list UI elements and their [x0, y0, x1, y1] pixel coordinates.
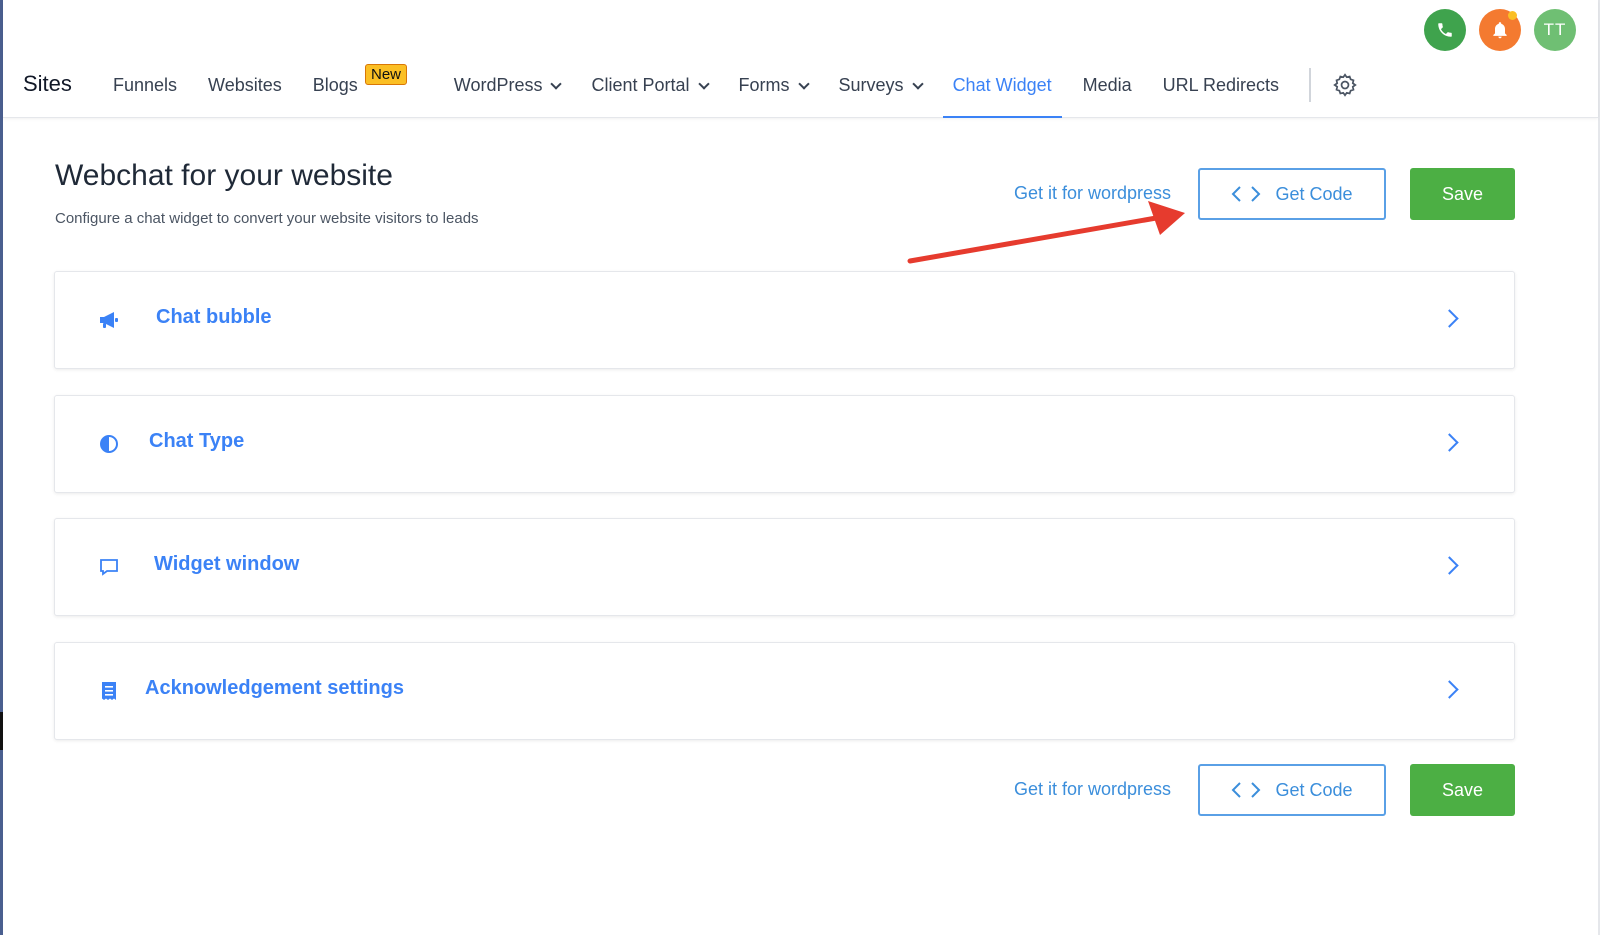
- top-navigation-bar: TT Sites Funnels Websites Blogs WordPres…: [3, 0, 1598, 118]
- nav-label: Media: [1082, 75, 1132, 95]
- user-avatar[interactable]: TT: [1534, 9, 1576, 51]
- code-icon: [1232, 186, 1261, 202]
- section-chat-bubble[interactable]: Chat bubble: [54, 271, 1515, 369]
- chevron-down-icon: [797, 78, 810, 90]
- get-code-label: Get Code: [1275, 779, 1353, 800]
- section-label: Widget window: [154, 553, 300, 575]
- annotation-arrow: [907, 201, 1185, 264]
- save-label: Save: [1441, 779, 1484, 800]
- nav-label: Client Portal: [591, 75, 690, 95]
- section-chat-type[interactable]: Chat Type: [54, 395, 1515, 493]
- nav-label: Chat Widget: [952, 75, 1052, 95]
- contrast-icon: [97, 432, 121, 456]
- nav-divider: [1309, 68, 1311, 102]
- chevron-right-icon: [1440, 433, 1459, 452]
- phone-icon[interactable]: [1424, 9, 1466, 51]
- nav-label: Websites: [208, 75, 282, 95]
- nav-funnels[interactable]: Funnels: [113, 64, 177, 118]
- new-badge: New: [365, 64, 408, 85]
- get-code-button-bottom[interactable]: Get Code: [1198, 764, 1386, 816]
- receipt-icon: [97, 679, 121, 703]
- nav-label: URL Redirects: [1162, 75, 1280, 95]
- page-subtitle: Configure a chat widget to convert your …: [55, 210, 479, 227]
- chevron-down-icon: [697, 78, 710, 90]
- get-code-button[interactable]: Get Code: [1198, 168, 1386, 220]
- nav-surveys[interactable]: Surveys: [838, 64, 924, 118]
- window-left-edge: [0, 0, 3, 935]
- nav-label: WordPress: [453, 75, 543, 95]
- save-button[interactable]: Save: [1410, 168, 1515, 220]
- window-edge-mark: [0, 712, 3, 750]
- megaphone-icon: [97, 308, 121, 332]
- gear-icon[interactable]: [1332, 72, 1358, 98]
- nav-label: Forms: [738, 75, 790, 95]
- page-title: Webchat for your website: [55, 159, 393, 192]
- nav-websites[interactable]: Websites: [208, 64, 282, 118]
- section-label: Acknowledgement settings: [145, 677, 404, 699]
- section-acknowledgement-settings[interactable]: Acknowledgement settings: [54, 642, 1515, 740]
- get-it-for-wordpress-link-bottom[interactable]: Get it for wordpress: [1014, 779, 1171, 800]
- chevron-right-icon: [1440, 309, 1459, 328]
- nav-wordpress[interactable]: WordPress: [453, 64, 563, 118]
- chevron-down-icon: [911, 78, 924, 90]
- section-label: Chat bubble: [156, 306, 272, 328]
- bell-icon[interactable]: [1479, 9, 1521, 51]
- nav-label: Surveys: [838, 75, 904, 95]
- section-label: Chat Type: [149, 430, 245, 452]
- nav-label: Funnels: [113, 75, 178, 95]
- code-icon: [1232, 782, 1261, 798]
- brand-title: Sites: [23, 71, 72, 96]
- top-icons: TT: [1424, 9, 1576, 51]
- nav-url-redirects[interactable]: URL Redirects: [1163, 64, 1279, 118]
- save-label: Save: [1441, 183, 1484, 204]
- chevron-right-icon: [1440, 556, 1459, 575]
- notification-dot: [1508, 11, 1517, 20]
- chat-window-icon: [97, 555, 121, 579]
- nav-client-portal[interactable]: Client Portal: [591, 64, 710, 118]
- nav-media[interactable]: Media: [1083, 64, 1132, 118]
- get-code-label: Get Code: [1275, 183, 1353, 204]
- nav-blogs[interactable]: Blogs: [313, 64, 358, 118]
- main-nav: Funnels Websites Blogs WordPress Client …: [113, 64, 1279, 118]
- save-button-bottom[interactable]: Save: [1410, 764, 1515, 816]
- nav-label: Blogs: [312, 75, 358, 95]
- section-widget-window[interactable]: Widget window: [54, 518, 1515, 616]
- nav-forms[interactable]: Forms: [738, 64, 810, 118]
- chevron-right-icon: [1440, 680, 1459, 699]
- nav-chat-widget[interactable]: Chat Widget: [942, 64, 1062, 118]
- chevron-down-icon: [550, 78, 563, 90]
